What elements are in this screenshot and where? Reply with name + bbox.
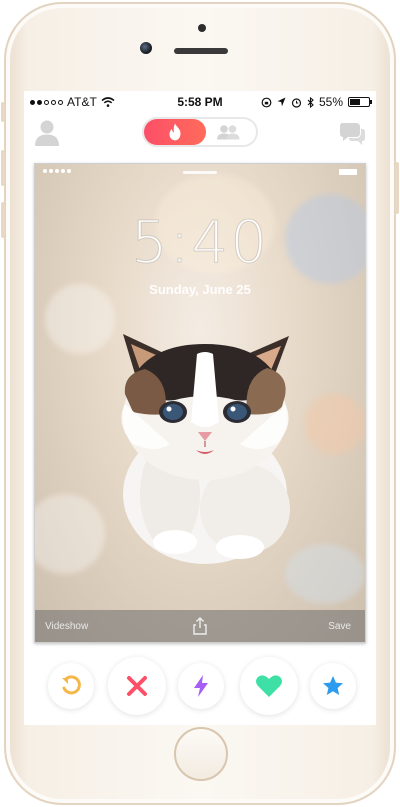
like-button[interactable] <box>240 657 298 715</box>
alarm-icon <box>291 97 302 108</box>
lightning-icon <box>194 675 208 697</box>
toggle-group-segment[interactable] <box>210 122 246 142</box>
lock-rotation-icon <box>261 97 272 107</box>
status-right: 55% <box>261 95 372 109</box>
proximity-sensor <box>198 24 206 32</box>
home-button[interactable] <box>174 727 228 781</box>
battery-level <box>350 99 360 105</box>
status-bar: AT&T 5:58 PM 55% <box>24 91 376 113</box>
photo-toolbar: Videshow Save <box>35 610 365 642</box>
lockscreen-battery-icon <box>339 169 357 175</box>
photo-source-label: Videshow <box>45 621 89 632</box>
action-bar <box>24 657 376 717</box>
kitten-photo <box>121 334 290 564</box>
messages-icon[interactable] <box>338 121 366 147</box>
close-icon <box>127 676 147 696</box>
undo-icon <box>62 675 81 695</box>
star-icon <box>323 676 343 695</box>
lockscreen-status-bar <box>35 164 365 178</box>
rewind-button[interactable] <box>48 663 94 709</box>
discovery-toggle[interactable] <box>142 117 258 147</box>
battery-percent: 55% <box>318 95 343 109</box>
lockscreen-signal-icon <box>43 169 71 173</box>
profile-card[interactable]: 5:40 Sunday, June 25 Videshow Save <box>34 163 366 643</box>
volume-up-button <box>1 150 5 186</box>
super-like-button[interactable] <box>310 663 356 709</box>
nope-button[interactable] <box>108 657 166 715</box>
volume-down-button <box>1 202 5 238</box>
bluetooth-icon <box>307 96 314 108</box>
profile-icon[interactable] <box>34 119 60 147</box>
front-camera <box>140 42 152 54</box>
screen: AT&T 5:58 PM 55% 5:40 Sunday, June 25 Vi… <box>24 91 376 725</box>
share-icon[interactable] <box>190 616 210 636</box>
app-header <box>24 115 376 155</box>
battery-icon <box>348 97 372 107</box>
toggle-flame-segment[interactable] <box>144 119 206 145</box>
lockscreen-date: Sunday, June 25 <box>149 282 251 297</box>
mute-switch <box>1 102 5 122</box>
flame-icon <box>169 123 181 141</box>
lockscreen-grabber <box>183 171 217 174</box>
lockscreen-time: 5:40 <box>130 208 270 277</box>
boost-button[interactable] <box>178 663 224 709</box>
earpiece-speaker <box>174 48 228 54</box>
group-icon <box>217 125 240 140</box>
heart-icon <box>256 675 282 697</box>
location-icon <box>277 97 286 107</box>
power-button <box>395 162 399 214</box>
save-label: Save <box>328 621 351 632</box>
